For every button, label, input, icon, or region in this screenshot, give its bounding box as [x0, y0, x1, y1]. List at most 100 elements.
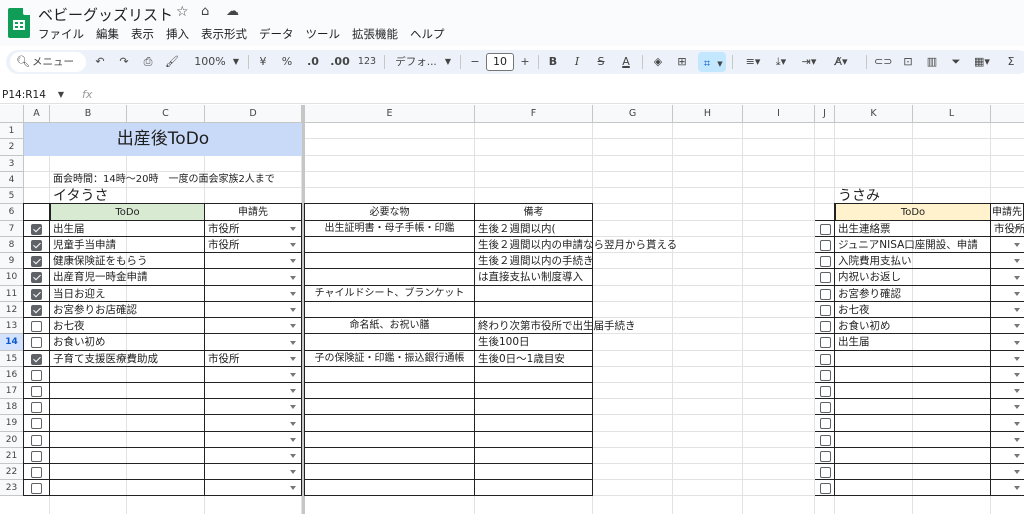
- left-todo-cell[interactable]: 当日お迎え: [50, 286, 205, 302]
- right-todo-cell[interactable]: [835, 448, 991, 464]
- star-icon[interactable]: ☆: [176, 4, 189, 20]
- row-header-22[interactable]: 22: [0, 464, 24, 480]
- right-todo-cell[interactable]: 入院費用支払い: [835, 253, 991, 269]
- dropdown-arrow-icon[interactable]: [1014, 421, 1020, 426]
- dropdown-arrow-icon[interactable]: [1014, 243, 1020, 247]
- dropdown-arrow-icon[interactable]: [1014, 292, 1020, 296]
- right-todo-header[interactable]: ToDo: [835, 204, 991, 221]
- right-todo-cell[interactable]: [835, 383, 991, 399]
- left-todo-cell[interactable]: 児童手当申請: [50, 237, 205, 253]
- right-person-name[interactable]: うさみ: [835, 188, 955, 204]
- notes-cell[interactable]: [475, 464, 593, 480]
- row-header-18[interactable]: 18: [0, 399, 24, 415]
- borders-icon[interactable]: ⊞: [674, 50, 690, 74]
- right-todo-cell[interactable]: [835, 351, 991, 367]
- dropdown-arrow-icon[interactable]: [1014, 389, 1020, 393]
- select-all-corner[interactable]: [0, 105, 24, 123]
- column-header-i[interactable]: I: [743, 105, 815, 123]
- row-header-23[interactable]: 23: [0, 480, 24, 496]
- left-apply-dropdown[interactable]: 市役所: [205, 221, 302, 237]
- left-apply-dropdown[interactable]: [205, 269, 302, 286]
- row-header-15[interactable]: 15: [0, 351, 24, 367]
- left-todo-cell[interactable]: 出産育児一時金申請: [50, 269, 205, 286]
- print-icon[interactable]: ⎙: [140, 50, 156, 74]
- row-header-5[interactable]: 5: [0, 188, 24, 204]
- left-todo-cell[interactable]: [50, 432, 205, 448]
- cloud-status-icon[interactable]: ☁: [226, 4, 239, 19]
- left-apply-dropdown[interactable]: [205, 415, 302, 432]
- filter-icon[interactable]: ⏷: [948, 50, 964, 74]
- needed-items-cell[interactable]: [305, 302, 475, 318]
- filter-views-icon[interactable]: ▦▾: [970, 50, 994, 74]
- column-header-k[interactable]: K: [835, 105, 913, 123]
- dropdown-arrow-icon[interactable]: [290, 324, 296, 328]
- left-todo-cell[interactable]: 出生届: [50, 221, 205, 237]
- left-apply-header[interactable]: 申請先: [205, 204, 302, 221]
- left-person-name[interactable]: イタうさ: [50, 188, 170, 204]
- left-apply-dropdown[interactable]: [205, 383, 302, 399]
- right-todo-cell[interactable]: 出生連絡票: [835, 221, 991, 237]
- horizontal-align-icon[interactable]: ≡▾: [742, 50, 764, 74]
- fill-color-icon[interactable]: ◈: [650, 50, 666, 74]
- menu-tools[interactable]: ツール: [306, 26, 347, 42]
- column-header-c[interactable]: C: [127, 105, 205, 123]
- left-todo-cell[interactable]: [50, 399, 205, 415]
- row-header-21[interactable]: 21: [0, 448, 24, 464]
- menu-help[interactable]: ヘルプ: [410, 26, 451, 42]
- notes-cell[interactable]: は直接支払い制度導入: [475, 269, 593, 286]
- left-todo-cell[interactable]: お宮参りお店確認: [50, 302, 205, 318]
- needed-items-header[interactable]: 必要な物: [305, 204, 475, 221]
- dropdown-arrow-icon[interactable]: [290, 389, 296, 393]
- strikethrough-icon[interactable]: S: [594, 50, 608, 74]
- left-todo-header[interactable]: ToDo: [50, 204, 205, 221]
- notes-cell[interactable]: [475, 286, 593, 302]
- notes-cell[interactable]: 終わり次第市役所で出生届手続き: [475, 318, 636, 334]
- row-header-13[interactable]: 13: [0, 318, 24, 334]
- needed-items-cell[interactable]: [305, 383, 475, 399]
- dropdown-arrow-icon[interactable]: [1014, 340, 1020, 345]
- row-header-3[interactable]: 3: [0, 156, 24, 172]
- dropdown-arrow-icon[interactable]: [290, 470, 296, 474]
- decrease-decimal-button[interactable]: .0: [302, 50, 324, 74]
- dropdown-arrow-icon[interactable]: [1014, 275, 1020, 280]
- left-apply-dropdown[interactable]: 市役所: [205, 351, 302, 367]
- dropdown-arrow-icon[interactable]: [1014, 438, 1020, 442]
- row-header-19[interactable]: 19: [0, 415, 24, 432]
- row-header-12[interactable]: 12: [0, 302, 24, 318]
- visiting-hours-text[interactable]: 面会時間：14時〜20時 一度の面会家族2人まで: [50, 172, 350, 188]
- needed-items-cell[interactable]: 子の保険証・印鑑・振込銀行通帳: [305, 351, 475, 367]
- left-todo-cell[interactable]: [50, 367, 205, 383]
- left-todo-cell[interactable]: 健康保険証をもらう: [50, 253, 205, 269]
- menu-insert[interactable]: 挿入: [166, 26, 195, 42]
- notes-cell[interactable]: 生後100日: [475, 334, 593, 351]
- dropdown-arrow-icon[interactable]: [1014, 486, 1020, 490]
- column-header-j[interactable]: J: [815, 105, 835, 123]
- insert-chart-icon[interactable]: ▥: [924, 50, 940, 74]
- left-todo-cell[interactable]: お七夜: [50, 318, 205, 334]
- dropdown-arrow-icon[interactable]: [1014, 227, 1020, 231]
- dropdown-arrow-icon[interactable]: [290, 438, 296, 442]
- left-apply-dropdown[interactable]: [205, 367, 302, 383]
- column-header-e[interactable]: E: [305, 105, 475, 123]
- column-header-l[interactable]: L: [913, 105, 991, 123]
- dropdown-arrow-icon[interactable]: [290, 340, 296, 345]
- needed-items-cell[interactable]: チャイルドシート、ブランケット: [305, 286, 475, 302]
- right-todo-cell[interactable]: お七夜: [835, 302, 991, 318]
- right-todo-cell[interactable]: ジュニアNISA口座開設、申請: [835, 237, 991, 253]
- needed-items-cell[interactable]: 出生証明書・母子手帳・印鑑: [305, 221, 475, 237]
- notes-cell[interactable]: [475, 399, 593, 415]
- needed-items-cell[interactable]: [305, 432, 475, 448]
- decrease-font-size-icon[interactable]: −: [468, 50, 482, 74]
- dropdown-arrow-icon[interactable]: [290, 454, 296, 458]
- row-header-11[interactable]: 11: [0, 286, 24, 302]
- row-header-4[interactable]: 4: [0, 172, 24, 188]
- dropdown-arrow-icon[interactable]: [1014, 357, 1020, 361]
- paint-format-icon[interactable]: 🖌︎: [164, 50, 180, 74]
- row-header-9[interactable]: 9: [0, 253, 24, 269]
- left-apply-dropdown[interactable]: [205, 480, 302, 496]
- dropdown-arrow-icon[interactable]: [290, 405, 296, 409]
- dropdown-arrow-icon[interactable]: [290, 308, 296, 312]
- document-title[interactable]: ベビーグッズリスト: [38, 4, 173, 25]
- font-size-input[interactable]: 10: [486, 53, 514, 71]
- left-todo-cell[interactable]: [50, 415, 205, 432]
